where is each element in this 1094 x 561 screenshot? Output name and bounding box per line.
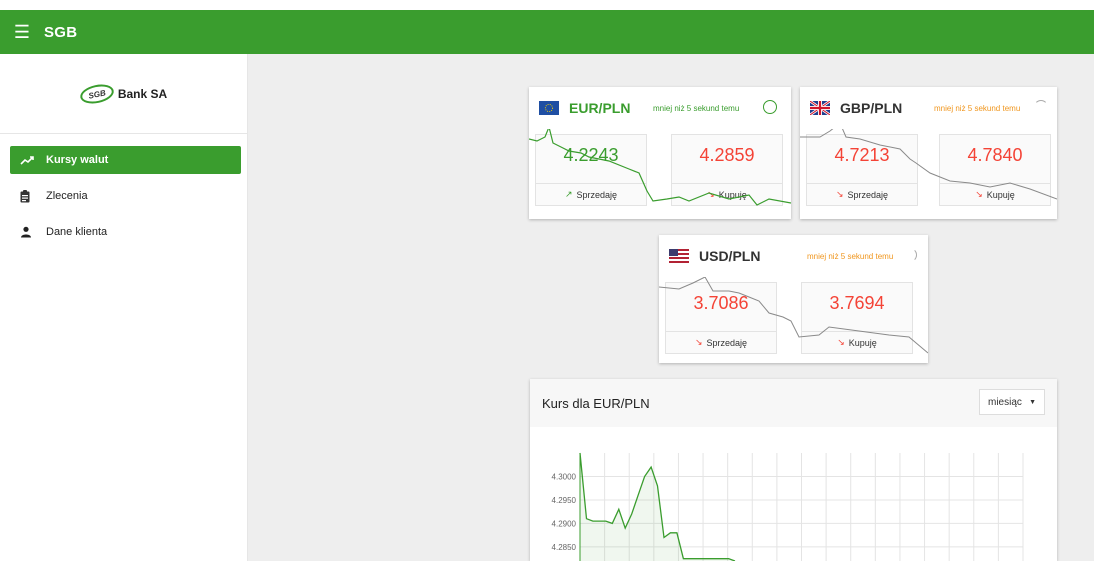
trend-down-icon: ↘ <box>694 337 703 347</box>
currency-pair: GBP/PLN <box>840 100 903 116</box>
range-select-value: miesiąc <box>988 396 1022 408</box>
clipboard-icon <box>20 189 46 203</box>
buy-label-row: ↘ Kupuję <box>940 183 1050 205</box>
rate-history-card: Kurs dla EUR/PLN miesiąc ▼ 4.3000 4.2950 4… <box>530 379 1057 561</box>
currency-pair: USD/PLN <box>699 248 761 264</box>
rate-tiles: 4.2243 ↗ Sprzedaję 4.2859 ↘ Kupuję <box>529 129 791 207</box>
sell-label: Sprzedaję <box>706 337 748 348</box>
buy-rate: 4.2859 <box>699 145 755 165</box>
eu-flag-icon <box>539 101 559 115</box>
rate-card-header: USD/PLN mniej niż 5 sekund temu <box>659 235 928 277</box>
us-flag-icon <box>669 249 689 263</box>
sell-label-row: ↘ Sprzedaję <box>807 183 917 205</box>
rate-tiles: 4.7213 ↘ Sprzedaję 4.7840 ↘ Kupuję <box>800 129 1057 207</box>
last-updated: mniej niż 5 sekund temu <box>934 104 1021 113</box>
sidebar-nav: Kursy walut Zlecenia Dane klienta <box>0 134 247 246</box>
sidebar-item-dane-klienta[interactable]: Dane klienta <box>10 218 241 246</box>
app-title: SGB <box>44 23 78 41</box>
buy-label: Kupuję <box>848 337 877 348</box>
range-select[interactable]: miesiąc ▼ <box>979 389 1045 415</box>
sell-tile[interactable]: 4.2243 ↗ Sprzedaję <box>535 134 647 206</box>
series-area <box>580 453 736 561</box>
buy-label-row: ↘ Kupuję <box>802 331 912 353</box>
sidebar-item-zlecenia[interactable]: Zlecenia <box>10 182 241 210</box>
sell-label: Sprzedaję <box>847 189 889 200</box>
y-tick-label: 4.2950 <box>552 496 577 505</box>
sell-rate: 4.2243 <box>563 145 619 165</box>
sell-label-row: ↘ Sprzedaję <box>666 331 776 353</box>
y-tick-label: 4.2850 <box>552 543 577 552</box>
sell-label-row: ↗ Sprzedaję <box>536 183 646 205</box>
rate-card-usd-pln[interactable]: USD/PLN mniej niż 5 sekund temu 3.7086 ↘… <box>659 235 928 363</box>
buy-rate: 3.7694 <box>829 293 885 313</box>
trend-down-icon: ↘ <box>975 189 983 199</box>
refresh-spinner-icon <box>1034 100 1048 114</box>
dropdown-arrow-icon: ▼ <box>1029 398 1036 406</box>
last-updated: mniej niż 5 sekund temu <box>807 252 894 261</box>
sell-tile[interactable]: 3.7086 ↘ Sprzedaję <box>665 282 777 354</box>
logo-text: Bank SA <box>117 86 168 101</box>
sell-tile[interactable]: 4.7213 ↘ Sprzedaję <box>806 134 918 206</box>
buy-label: Kupuję <box>986 189 1015 200</box>
sell-rate: 3.7086 <box>693 293 749 313</box>
app-header: ☰ SGB <box>0 10 1094 54</box>
rate-card-eur-pln[interactable]: EUR/PLN mniej niż 5 sekund temu 4.2243 ↗… <box>529 87 791 219</box>
rate-card-header: EUR/PLN mniej niż 5 sekund temu <box>529 87 791 129</box>
rate-card-gbp-pln[interactable]: GBP/PLN mniej niż 5 sekund temu 4.7213 ↘… <box>800 87 1057 219</box>
trend-up-icon: ↗ <box>564 189 573 199</box>
sidebar-item-label: Dane klienta <box>46 226 108 238</box>
rate-card-header: GBP/PLN mniej niż 5 sekund temu <box>800 87 1057 129</box>
uk-flag-icon <box>809 99 831 117</box>
person-icon <box>20 226 46 238</box>
refresh-spinner-icon <box>903 248 917 262</box>
bank-logo: SGB Bank SA <box>0 54 247 134</box>
refresh-spinner-icon <box>763 100 777 114</box>
logo-mark: SGB <box>78 81 116 106</box>
sidebar-item-label: Zlecenia <box>46 190 88 202</box>
sidebar: SGB Bank SA Kursy walut Zlecenia Dane kl… <box>0 54 248 561</box>
rate-history-chart: 4.3000 4.2950 4.2900 4.2850 <box>552 452 1024 561</box>
buy-rate: 4.7840 <box>967 145 1023 165</box>
chart-header: Kurs dla EUR/PLN miesiąc ▼ <box>530 379 1057 427</box>
chart-title: Kurs dla EUR/PLN <box>542 395 650 411</box>
last-updated: mniej niż 5 sekund temu <box>653 104 740 113</box>
y-tick-label: 4.3000 <box>552 472 577 481</box>
sidebar-item-kursy-walut[interactable]: Kursy walut <box>10 146 241 174</box>
main-content: EUR/PLN mniej niż 5 sekund temu 4.2243 ↗… <box>248 54 1094 561</box>
trend-down-icon: ↘ <box>837 337 845 347</box>
currency-pair: EUR/PLN <box>569 100 631 116</box>
trend-down-icon: ↘ <box>707 189 715 199</box>
sidebar-item-label: Kursy walut <box>46 154 109 166</box>
buy-tile[interactable]: 3.7694 ↘ Kupuję <box>801 282 913 354</box>
menu-icon[interactable]: ☰ <box>0 10 44 54</box>
sell-label: Sprzedaję <box>576 189 618 200</box>
buy-label-row: ↘ Kupuję <box>672 183 782 205</box>
rate-tiles: 3.7086 ↘ Sprzedaję 3.7694 ↘ Kupuję <box>659 277 928 355</box>
trend-down-icon: ↘ <box>835 189 844 199</box>
buy-tile[interactable]: 4.7840 ↘ Kupuję <box>939 134 1051 206</box>
y-tick-label: 4.2900 <box>552 519 577 528</box>
buy-tile[interactable]: 4.2859 ↘ Kupuję <box>671 134 783 206</box>
trending-up-icon <box>20 155 46 165</box>
sell-rate: 4.7213 <box>834 145 890 165</box>
buy-label: Kupuję <box>718 189 747 200</box>
